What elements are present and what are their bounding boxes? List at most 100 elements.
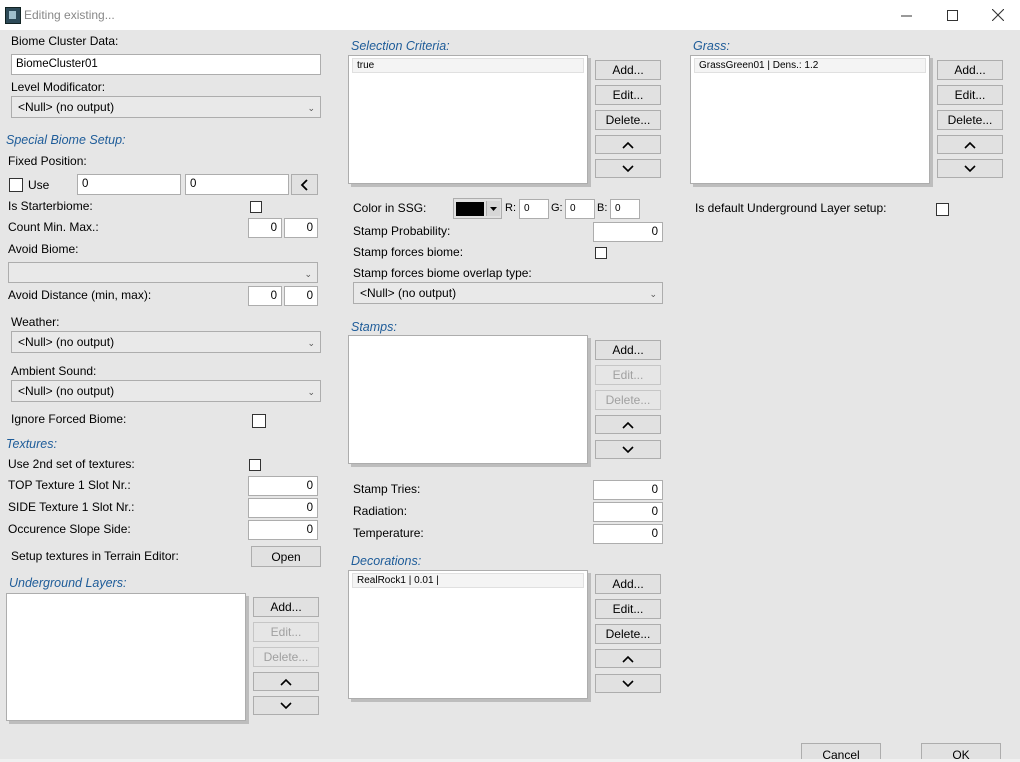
second-set-checkbox[interactable] [249, 459, 261, 471]
textures-header: Textures: [6, 437, 57, 451]
position-y-input[interactable]: 0 [185, 174, 289, 195]
chevron-up-icon [280, 678, 292, 686]
selection-edit-button[interactable]: Edit... [595, 85, 661, 105]
decorations-list[interactable]: RealRock1 | 0.01 | [348, 570, 588, 699]
special-biome-header: Special Biome Setup: [6, 133, 126, 147]
underground-edit-button[interactable]: Edit... [253, 622, 319, 642]
overlap-type-select[interactable]: <Null> (no output) ⌄ [353, 282, 663, 304]
stamp-probability-input[interactable]: 0 [593, 222, 663, 242]
title-bar: Editing existing... [0, 0, 1020, 30]
ambient-sound-select[interactable]: <Null> (no output) ⌄ [11, 380, 321, 402]
stamp-forces-label: Stamp forces biome: [353, 245, 464, 259]
color-ssg-label: Color in SSG: [353, 201, 427, 215]
selection-criteria-header: Selection Criteria: [351, 39, 450, 53]
avoid-biome-select[interactable]: ⌄ [8, 262, 318, 283]
slope-label: Occurence Slope Side: [8, 522, 131, 536]
level-mod-select[interactable]: <Null> (no output) ⌄ [11, 96, 321, 118]
top-texture-input[interactable]: 0 [248, 476, 318, 496]
cluster-name-input[interactable]: BiomeCluster01 [11, 54, 321, 75]
chevron-down-icon [622, 445, 634, 453]
chevron-left-icon [300, 178, 308, 191]
decorations-add-button[interactable]: Add... [595, 574, 661, 594]
stamp-tries-input[interactable]: 0 [593, 480, 663, 500]
stamps-list[interactable] [348, 335, 588, 464]
grass-delete-button[interactable]: Delete... [937, 110, 1003, 130]
selection-criteria-list[interactable]: true [348, 55, 588, 184]
chevron-down-icon: ⌄ [307, 338, 315, 348]
stamps-edit-button[interactable]: Edit... [595, 365, 661, 385]
chevron-down-icon [280, 701, 292, 709]
decorations-up-button[interactable] [595, 649, 661, 668]
grass-add-button[interactable]: Add... [937, 60, 1003, 80]
level-mod-label: Level Modificator: [11, 80, 106, 94]
list-item[interactable]: RealRock1 | 0.01 | [352, 573, 584, 588]
g-input[interactable]: 0 [565, 199, 595, 219]
avoid-max-input[interactable]: 0 [284, 286, 318, 306]
b-label: B: [597, 202, 608, 214]
underground-down-button[interactable] [253, 696, 319, 715]
decorations-down-button[interactable] [595, 674, 661, 693]
minimize-icon[interactable] [883, 0, 929, 30]
side-texture-input[interactable]: 0 [248, 498, 318, 518]
temperature-label: Temperature: [353, 526, 424, 540]
selection-delete-button[interactable]: Delete... [595, 110, 661, 130]
underground-header: Underground Layers: [9, 576, 127, 590]
weather-select[interactable]: <Null> (no output) ⌄ [11, 331, 321, 353]
selection-down-button[interactable] [595, 159, 661, 178]
chevron-down-icon: ⌄ [649, 289, 657, 299]
color-picker[interactable] [453, 198, 502, 219]
chevron-down-icon: ⌄ [304, 269, 312, 279]
selection-add-button[interactable]: Add... [595, 60, 661, 80]
underground-up-button[interactable] [253, 672, 319, 691]
slope-input[interactable]: 0 [248, 520, 318, 540]
avoid-biome-label: Avoid Biome: [8, 242, 79, 256]
list-item[interactable]: true [352, 58, 584, 73]
pick-position-button[interactable] [291, 174, 318, 195]
grass-list[interactable]: GrassGreen01 | Dens.: 1.2 [690, 55, 930, 184]
default-underground-label: Is default Underground Layer setup: [695, 201, 887, 215]
ambient-sound-value: <Null> (no output) [18, 384, 115, 398]
count-max-input[interactable]: 0 [284, 218, 318, 238]
use-fixed-position-checkbox[interactable] [9, 178, 23, 192]
radiation-input[interactable]: 0 [593, 502, 663, 522]
ok-button[interactable]: OK [921, 743, 1001, 762]
open-terrain-editor-button[interactable]: Open [251, 546, 321, 567]
stamp-forces-checkbox[interactable] [595, 247, 607, 259]
cluster-label: Biome Cluster Data: [11, 34, 119, 48]
selection-up-button[interactable] [595, 135, 661, 154]
stamps-delete-button[interactable]: Delete... [595, 390, 661, 410]
chevron-down-icon [486, 201, 500, 216]
decorations-delete-button[interactable]: Delete... [595, 624, 661, 644]
avoid-distance-label: Avoid Distance (min, max): [8, 288, 152, 302]
starterbiome-checkbox[interactable] [250, 201, 262, 213]
stamp-probability-label: Stamp Probability: [353, 224, 451, 238]
close-icon[interactable] [975, 0, 1020, 30]
decorations-header: Decorations: [351, 554, 422, 568]
count-min-input[interactable]: 0 [248, 218, 282, 238]
maximize-icon[interactable] [929, 0, 975, 30]
grass-down-button[interactable] [937, 159, 1003, 178]
overlap-type-label: Stamp forces biome overlap type: [353, 266, 532, 280]
stamps-add-button[interactable]: Add... [595, 340, 661, 360]
decorations-edit-button[interactable]: Edit... [595, 599, 661, 619]
underground-delete-button[interactable]: Delete... [253, 647, 319, 667]
chevron-down-icon: ⌄ [307, 103, 315, 113]
position-x-input[interactable]: 0 [77, 174, 181, 195]
stamps-down-button[interactable] [595, 440, 661, 459]
default-underground-checkbox[interactable] [936, 203, 949, 216]
list-item[interactable]: GrassGreen01 | Dens.: 1.2 [694, 58, 926, 73]
stamp-tries-label: Stamp Tries: [353, 482, 421, 496]
underground-list[interactable] [6, 593, 246, 721]
grass-edit-button[interactable]: Edit... [937, 85, 1003, 105]
b-input[interactable]: 0 [610, 199, 640, 219]
avoid-min-input[interactable]: 0 [248, 286, 282, 306]
underground-add-button[interactable]: Add... [253, 597, 319, 617]
cancel-button[interactable]: Cancel [801, 743, 881, 762]
ignore-forced-checkbox[interactable] [252, 414, 266, 428]
overlap-type-value: <Null> (no output) [360, 286, 457, 300]
r-input[interactable]: 0 [519, 199, 549, 219]
stamps-up-button[interactable] [595, 415, 661, 434]
temperature-input[interactable]: 0 [593, 524, 663, 544]
count-label: Count Min. Max.: [8, 220, 99, 234]
grass-up-button[interactable] [937, 135, 1003, 154]
